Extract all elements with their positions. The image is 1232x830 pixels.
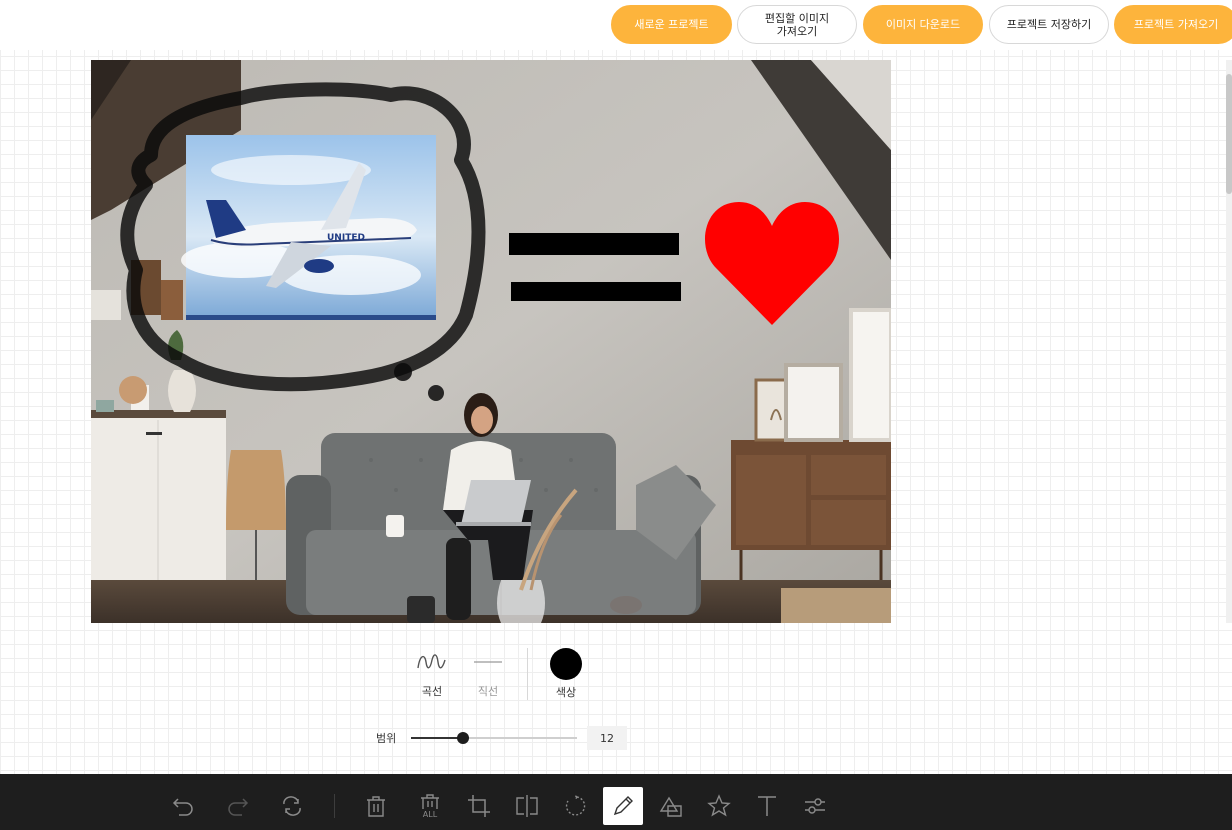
icon-button[interactable] (699, 787, 739, 825)
flip-icon (516, 795, 538, 817)
load-project-button[interactable]: 프로젝트 가져오기 (1114, 5, 1232, 44)
delete-button[interactable] (356, 787, 396, 825)
range-value-input[interactable]: 12 (587, 726, 627, 750)
slider-thumb[interactable] (457, 732, 469, 744)
flip-button[interactable] (507, 787, 547, 825)
reset-button[interactable] (272, 787, 312, 825)
text-icon (758, 796, 776, 816)
save-project-button[interactable]: 프로젝트 저장하기 (989, 5, 1109, 44)
crop-button[interactable] (459, 787, 499, 825)
canvas-image: UNITED (91, 60, 891, 623)
straight-line-icon (474, 661, 502, 663)
range-label: 범위 (376, 732, 397, 745)
range-control: 범위 12 (376, 726, 627, 750)
draw-free-option[interactable]: 곡선 (414, 650, 450, 699)
range-slider[interactable] (411, 732, 577, 744)
delete-all-button[interactable]: ALL (410, 787, 450, 825)
new-project-button[interactable]: 새로운 프로젝트 (611, 5, 732, 44)
top-header: 새로운 프로젝트 편집할 이미지 가져오기 이미지 다운로드 프로젝트 저장하기… (0, 0, 1232, 50)
filter-button[interactable] (795, 787, 835, 825)
load-image-button[interactable]: 편집할 이미지 가져오기 (737, 5, 857, 44)
airplane-logo-text: UNITED (327, 233, 365, 243)
color-swatch[interactable] (550, 648, 582, 680)
editor-canvas[interactable]: UNITED (91, 60, 891, 623)
download-image-button[interactable]: 이미지 다운로드 (863, 5, 983, 44)
text-button[interactable] (747, 787, 787, 825)
star-icon (707, 794, 731, 817)
bottom-toolbar: ALL (0, 774, 1232, 830)
filter-icon (805, 798, 825, 814)
equals-bottom-bar (511, 282, 681, 301)
delete-all-caption: ALL (423, 810, 438, 819)
reset-icon (283, 796, 301, 816)
toolbar-separator (334, 794, 335, 818)
draw-icon (613, 796, 633, 816)
draw-button[interactable] (603, 787, 643, 825)
draw-line-option[interactable]: 직선 (470, 650, 506, 699)
equals-top-bar (509, 233, 679, 255)
draw-line-label: 직선 (477, 685, 499, 698)
delete-icon (367, 796, 385, 817)
slider-fill (411, 737, 463, 739)
scrollbar-thumb[interactable] (1226, 74, 1232, 194)
draw-color-label: 색상 (555, 686, 577, 699)
canvas-scrollbar[interactable] (1226, 60, 1232, 623)
submenu-divider (527, 648, 528, 700)
rotate-button[interactable] (555, 787, 595, 825)
draw-color-option[interactable]: 색상 (548, 648, 584, 700)
curve-icon (417, 654, 446, 669)
shape-button[interactable] (651, 787, 691, 825)
rotate-icon (565, 794, 586, 816)
delete-all-icon: ALL (421, 794, 439, 819)
crop-icon (468, 795, 490, 817)
redo-icon (228, 798, 249, 816)
undo-button[interactable] (163, 787, 203, 825)
undo-icon (172, 798, 193, 816)
shape-icon (659, 796, 682, 817)
redo-button[interactable] (218, 787, 258, 825)
draw-free-label: 곡선 (421, 685, 443, 698)
